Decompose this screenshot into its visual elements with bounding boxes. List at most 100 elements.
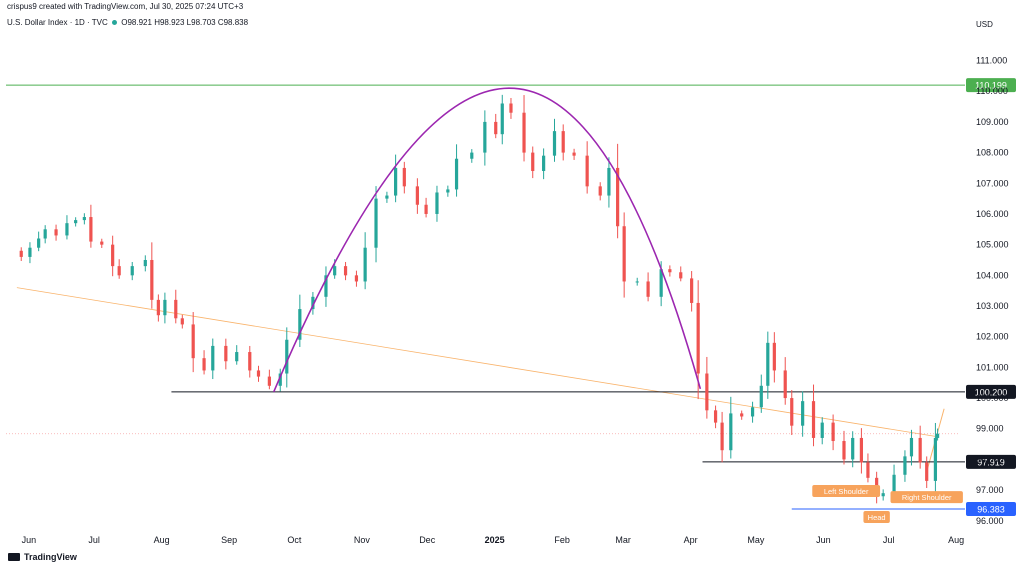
candle-body bbox=[500, 103, 504, 135]
candle-body bbox=[811, 401, 816, 438]
y-tick-label: 96.000 bbox=[976, 516, 1004, 526]
x-tick-label: Oct bbox=[287, 535, 302, 545]
candle-body bbox=[446, 189, 450, 193]
candle-body bbox=[494, 121, 498, 135]
y-tick-label: 109.000 bbox=[976, 117, 1009, 127]
candle-body bbox=[881, 493, 885, 497]
candle-body bbox=[54, 229, 58, 236]
candle-body bbox=[598, 186, 602, 196]
currency-label: USD bbox=[976, 20, 993, 29]
candle-body bbox=[43, 229, 47, 239]
candle-body bbox=[180, 318, 184, 325]
candle-body bbox=[28, 247, 32, 257]
candle-body bbox=[925, 462, 929, 481]
candle-body bbox=[111, 244, 115, 267]
candle-body bbox=[211, 345, 215, 371]
candle-body bbox=[333, 266, 337, 276]
candle-body bbox=[933, 437, 938, 481]
candle-body bbox=[705, 373, 709, 411]
y-tick-label: 100.000 bbox=[976, 393, 1009, 403]
y-tick-label: 99.000 bbox=[976, 424, 1004, 434]
candle-body bbox=[935, 433, 940, 438]
candle-body bbox=[542, 155, 546, 172]
trendline bbox=[16, 287, 936, 437]
candle-body bbox=[100, 241, 104, 245]
candle-body bbox=[424, 204, 428, 214]
candle-body bbox=[354, 275, 359, 282]
y-tick-label: 102.000 bbox=[976, 332, 1009, 342]
y-tick-label: 108.000 bbox=[976, 148, 1009, 158]
candle-body bbox=[402, 167, 406, 187]
candle-body bbox=[522, 112, 526, 153]
candle-body bbox=[82, 217, 86, 221]
x-tick-label: Dec bbox=[419, 535, 436, 545]
x-tick-label: Sep bbox=[221, 535, 237, 545]
candle-body bbox=[783, 370, 787, 399]
time-axis: Jun Jul Aug Sep Oct Nov Dec 2025 Feb Mar Apr May Jun… bbox=[22, 535, 964, 545]
candle-body bbox=[531, 152, 535, 172]
annotation-label: Head bbox=[868, 513, 886, 522]
y-tick-label: 98.000 bbox=[976, 454, 1004, 464]
candle-body bbox=[285, 339, 289, 374]
candle-body bbox=[150, 259, 154, 300]
candle-body bbox=[903, 456, 907, 475]
rounding-arc bbox=[272, 87, 702, 393]
candle-body bbox=[646, 281, 650, 297]
x-tick-label: May bbox=[747, 535, 765, 545]
trendlines bbox=[6, 287, 959, 472]
candle-body bbox=[454, 158, 459, 190]
candle-body bbox=[19, 250, 23, 257]
candle-body bbox=[415, 186, 419, 205]
candle-body bbox=[772, 342, 776, 371]
candle-body bbox=[470, 152, 474, 159]
candle-body bbox=[892, 474, 896, 494]
annotations: Left Shoulder Head Right Shoulder bbox=[812, 484, 963, 524]
x-tick-label: Apr bbox=[684, 535, 698, 545]
y-tick-label: 111.000 bbox=[976, 56, 1007, 66]
candle-body bbox=[690, 278, 694, 303]
candle-body bbox=[801, 401, 805, 426]
x-tick-label: Jul bbox=[883, 535, 895, 545]
y-tick-label: 107.000 bbox=[976, 178, 1009, 188]
candle-body bbox=[766, 342, 770, 386]
y-tick-label: 104.000 bbox=[976, 270, 1009, 280]
candles bbox=[19, 94, 940, 504]
candle-body bbox=[607, 167, 611, 196]
candle-body bbox=[851, 437, 855, 460]
candle-body bbox=[668, 269, 672, 273]
candle-body bbox=[156, 299, 160, 316]
candle-body bbox=[163, 299, 167, 316]
tradingview-brand-label: TradingView bbox=[24, 552, 77, 562]
candle-body bbox=[483, 121, 487, 153]
candle-body bbox=[385, 195, 389, 199]
candle-body bbox=[759, 385, 763, 408]
candle-body bbox=[842, 441, 846, 460]
candle-body bbox=[909, 437, 914, 457]
candle-body bbox=[435, 192, 439, 214]
candle-body bbox=[750, 407, 755, 417]
price-levels: 110.199100.20097.91996.383 bbox=[6, 78, 1016, 517]
candle-body bbox=[720, 422, 724, 451]
candle-body bbox=[143, 259, 147, 267]
candle-body bbox=[561, 131, 565, 153]
candle-body bbox=[790, 398, 794, 426]
candle-body bbox=[256, 370, 261, 377]
y-tick-label: 106.000 bbox=[976, 209, 1009, 219]
candle-body bbox=[267, 376, 271, 386]
candle-body bbox=[174, 299, 178, 319]
candle-body bbox=[74, 220, 78, 224]
x-tick-label: Aug bbox=[154, 535, 170, 545]
candle-body bbox=[117, 266, 121, 276]
level-label: 96.383 bbox=[977, 505, 1005, 515]
candle-body bbox=[820, 422, 824, 438]
candle-body bbox=[859, 437, 864, 463]
candle-body bbox=[509, 103, 513, 113]
price-chart[interactable]: 110.199100.20097.91996.383 Left Shoulder… bbox=[0, 0, 1024, 570]
y-tick-label: 105.000 bbox=[976, 240, 1009, 250]
tradingview-logo-icon bbox=[8, 553, 20, 561]
y-tick-label: 103.000 bbox=[976, 301, 1009, 311]
x-tick-label: Aug bbox=[948, 535, 964, 545]
x-tick-label: Nov bbox=[354, 535, 371, 545]
candle-body bbox=[585, 155, 589, 187]
candle-body bbox=[363, 247, 367, 282]
